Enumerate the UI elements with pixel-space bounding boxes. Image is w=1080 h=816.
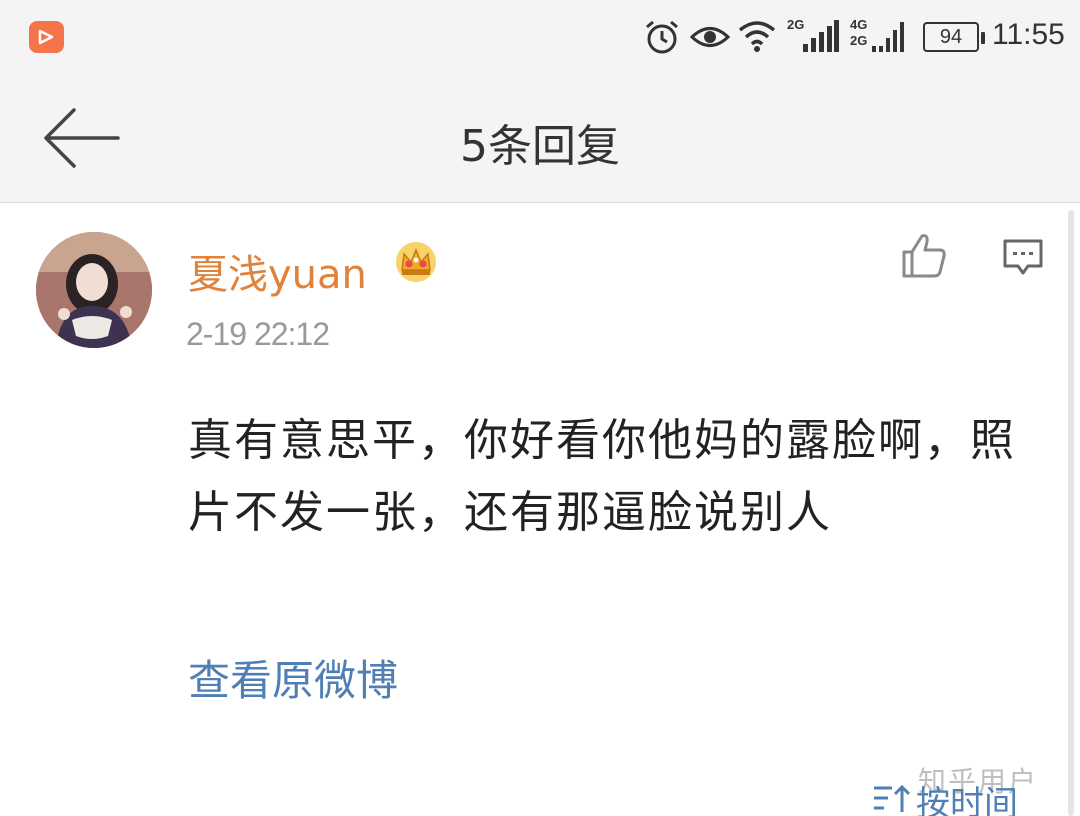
scrollbar[interactable]	[1068, 210, 1074, 816]
avatar-image	[36, 232, 152, 348]
sort-icon	[874, 784, 910, 812]
status-bar: 2G 4G 2G 94 11:55	[0, 0, 1080, 78]
reply-icon[interactable]	[1002, 238, 1044, 278]
header-bar: 5条回复	[0, 78, 1080, 203]
comment-text: 真有意思平，你好看你他妈的露脸啊，照片不发一张，还有那逼脸说别人	[188, 415, 1016, 538]
thumbs-up-icon[interactable]	[900, 232, 948, 278]
comment-timestamp: 2-19 22:12	[186, 316, 330, 352]
eye-icon	[690, 27, 730, 47]
signal-icon	[872, 22, 904, 52]
view-original-link[interactable]: 查看原微博	[188, 647, 398, 708]
network-type-2b: 2G	[850, 33, 868, 48]
page-title: 5条回复	[460, 121, 620, 172]
clock: 11:55	[992, 18, 1065, 51]
signal-icon	[803, 20, 839, 52]
battery-indicator: 94	[923, 22, 985, 52]
crown-icon	[396, 242, 436, 282]
sort-label: 按时间	[916, 784, 1018, 816]
network-type-2a: 4G	[850, 17, 868, 32]
alarm-icon	[646, 20, 678, 54]
network-type-1: 2G	[787, 17, 805, 32]
app-notification-icon	[29, 21, 64, 53]
wifi-icon	[738, 21, 776, 52]
username[interactable]: 夏浅yuan	[188, 242, 367, 300]
avatar[interactable]	[36, 232, 152, 348]
